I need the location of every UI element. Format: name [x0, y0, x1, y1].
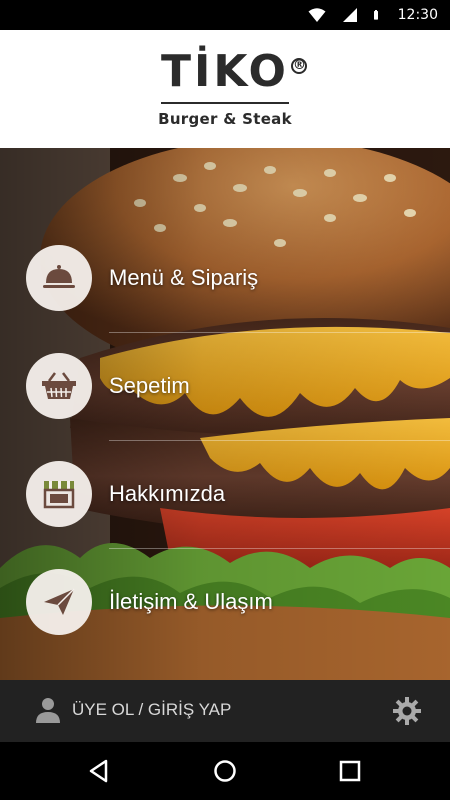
menu-icon-circle: [26, 245, 92, 311]
home-icon[interactable]: [212, 758, 238, 784]
bottom-bar: ÜYE OL / GİRİŞ YAP: [0, 680, 450, 742]
wifi-icon: [308, 8, 326, 22]
menu-item-label: Hakkımızda: [109, 481, 226, 506]
menu-item-cart[interactable]: Sepetim: [0, 332, 450, 440]
logo-subtitle: Burger & Steak: [158, 110, 292, 128]
back-icon[interactable]: [86, 758, 112, 784]
app-header: TİKO ® Burger & Steak: [0, 30, 450, 148]
menu-item-label: Sepetim: [109, 373, 190, 398]
cell-signal-icon: [342, 8, 357, 22]
menu-icon-circle: [26, 461, 92, 527]
storefront-icon: [43, 481, 75, 509]
basket-icon: [42, 372, 76, 399]
battery-icon: [373, 10, 378, 20]
logo-divider: [161, 102, 289, 104]
login-register-button[interactable]: ÜYE OL / GİRİŞ YAP: [34, 696, 231, 724]
menu-item-about[interactable]: Hakkımızda: [0, 440, 450, 548]
recents-icon[interactable]: [337, 758, 363, 784]
status-time: 12:30: [397, 7, 438, 23]
menu-item-label: Menü & Sipariş: [109, 265, 259, 290]
menu-icon-circle: [26, 353, 92, 419]
menu-item-contact[interactable]: İletişim & Ulaşım: [0, 548, 450, 656]
brand-logo: TİKO ®: [161, 50, 307, 98]
system-nav-bar: [0, 742, 450, 800]
user-icon: [36, 698, 60, 723]
logo-text: TİKO: [161, 46, 289, 97]
cloche-icon: [43, 265, 75, 288]
paper-plane-icon: [44, 588, 75, 615]
login-label: ÜYE OL / GİRİŞ YAP: [72, 700, 232, 719]
status-bar: 12:30: [0, 0, 450, 30]
registered-mark: ®: [290, 58, 309, 74]
hero-background: Menü & Sipariş Sepetim Hakkımızda İletiş…: [0, 148, 450, 680]
menu-icon-circle: [26, 569, 92, 635]
menu-item-menu-order[interactable]: Menü & Sipariş: [0, 224, 450, 332]
gear-icon[interactable]: [392, 696, 422, 726]
menu-item-label: İletişim & Ulaşım: [109, 589, 273, 614]
